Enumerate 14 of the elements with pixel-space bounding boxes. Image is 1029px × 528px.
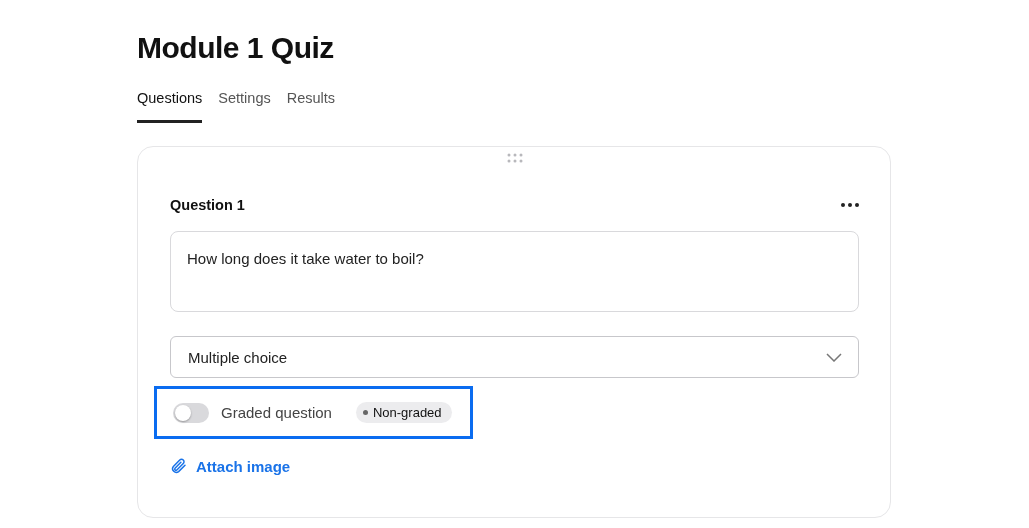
- attach-image-link[interactable]: Attach image: [170, 457, 291, 475]
- question-type-dropdown[interactable]: Multiple choice: [170, 336, 859, 378]
- status-badge: Non-graded: [355, 402, 452, 423]
- question-heading: Question 1: [170, 197, 245, 213]
- tab[interactable]: Questions: [137, 90, 203, 123]
- toggle-label: Graded question: [221, 404, 332, 421]
- question-field[interactable]: How long does it take water to boil?: [170, 231, 859, 312]
- graded-toggle[interactable]: [173, 402, 209, 423]
- tab[interactable]: Settings: [218, 90, 271, 123]
- page-title: Module 1 Quiz: [137, 30, 335, 66]
- caret-icon: [826, 352, 842, 362]
- paperclip-icon: [170, 457, 188, 475]
- drag-handle-icon[interactable]: [506, 153, 523, 163]
- tab[interactable]: Results: [286, 90, 336, 123]
